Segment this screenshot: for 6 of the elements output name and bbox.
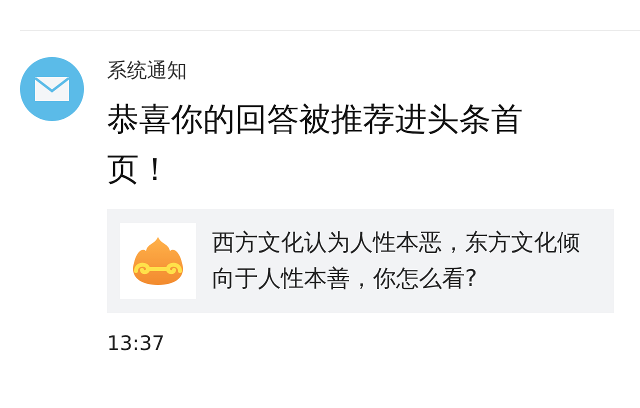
notification-message: 恭喜你的回答被推荐进头条首页！ [107,99,524,190]
timestamp: 13:37 [107,331,166,355]
question-text: 西方文化认为人性本恶，东方文化倾向于人性本善，你怎么看? [212,229,581,294]
question-card[interactable]: 西方文化认为人性本恶，东方文化倾向于人性本善，你怎么看? [107,209,614,313]
sender-name: 系统通知 [107,57,188,84]
flame-logo-icon [120,223,196,299]
